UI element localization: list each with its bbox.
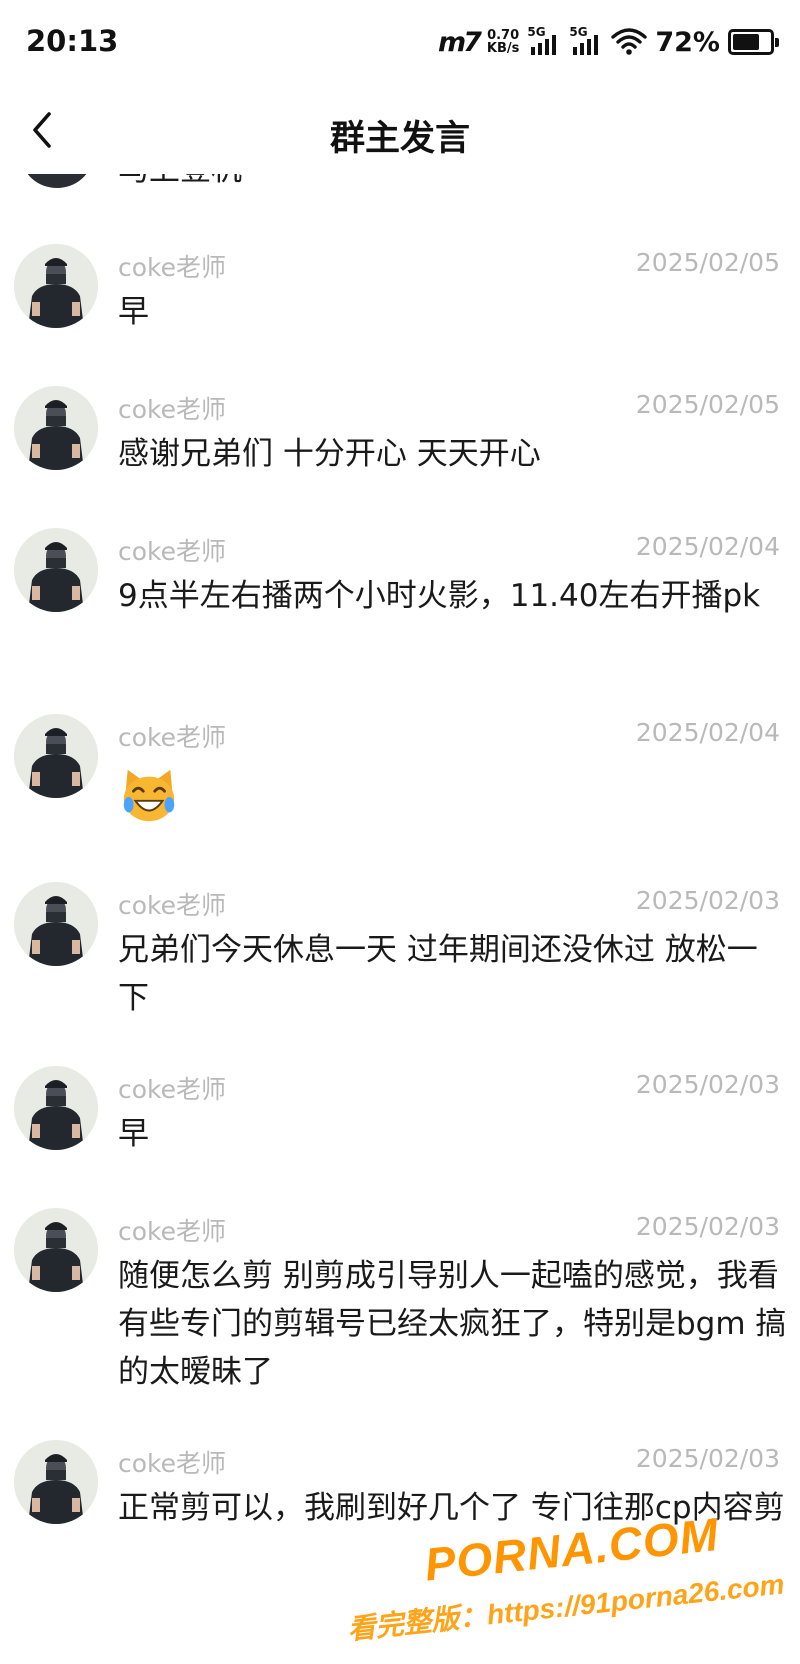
message-date: 2025/02/03 <box>635 1070 780 1099</box>
avatar[interactable] <box>14 882 98 966</box>
message-text: 兄弟们今天休息一天 过年期间还没休过 放松一下 <box>118 932 758 1016</box>
sender-name: coke老师 <box>118 1217 227 1246</box>
message-text: 感谢兄弟们 十分开心 天天开心 <box>118 436 541 472</box>
message-text: 早 <box>118 294 149 330</box>
network-speed: 0.70 KB/s <box>487 29 519 55</box>
avatar[interactable] <box>14 244 98 328</box>
sender-name: coke老师 <box>118 395 227 424</box>
sender-name: coke老师 <box>118 537 227 566</box>
carrier-logo-icon: m7 <box>437 26 482 58</box>
status-bar: 20:13 m7 0.70 KB/s 5G 5G 72% <box>0 0 800 88</box>
status-time: 20:13 <box>26 24 119 58</box>
sender-name: coke老师 <box>118 891 227 920</box>
battery-icon <box>728 29 779 55</box>
sender-name: coke老师 <box>118 253 227 282</box>
avatar[interactable] <box>14 714 98 798</box>
signal-5g-icon: 5G <box>527 25 561 59</box>
sender-name: coke老师 <box>118 1075 227 1104</box>
avatar[interactable] <box>14 528 98 612</box>
message-date: 2025/02/03 <box>635 886 780 915</box>
wifi-icon <box>611 28 648 55</box>
cat-joy-emoji-icon <box>123 769 175 822</box>
avatar <box>22 174 92 188</box>
message-date: 2025/02/03 <box>635 1444 780 1473</box>
page-title: 群主发言 <box>329 119 470 159</box>
network-speed-unit: KB/s <box>486 41 520 56</box>
nav-bar: 群主发言 <box>0 88 800 174</box>
message-date: 2025/02/04 <box>635 718 780 747</box>
status-icons: m7 0.70 KB/s 5G 5G 72% <box>437 22 779 62</box>
avatar[interactable] <box>14 1208 98 1292</box>
signal-5g-icon: 5G <box>569 25 603 59</box>
avatar[interactable] <box>14 1066 98 1150</box>
message-text: 早 <box>118 1116 149 1152</box>
message-date: 2025/02/05 <box>635 248 780 277</box>
avatar[interactable] <box>14 386 98 470</box>
sender-name: coke老师 <box>118 723 227 752</box>
message-text: 随便怎么剪 别剪成引导别人一起嗑的感觉，我看有些专门的剪辑号已经太疯狂了，特别是… <box>118 1258 787 1390</box>
battery-percent: 72% <box>655 26 720 58</box>
sender-name: coke老师 <box>118 1449 227 1478</box>
avatar[interactable] <box>14 1440 98 1524</box>
message-date: 2025/02/05 <box>635 390 780 419</box>
message-date: 2025/02/03 <box>635 1212 780 1241</box>
message-text: 9点半左右播两个小时火影，11.40左右开播pk <box>118 578 761 614</box>
message-date: 2025/02/04 <box>635 532 780 561</box>
message-text: 马上登机 <box>118 174 242 189</box>
message-list[interactable]: 马上登机 coke老师 2025/02/05 早 coke老师 2025/02/… <box>0 174 800 1664</box>
